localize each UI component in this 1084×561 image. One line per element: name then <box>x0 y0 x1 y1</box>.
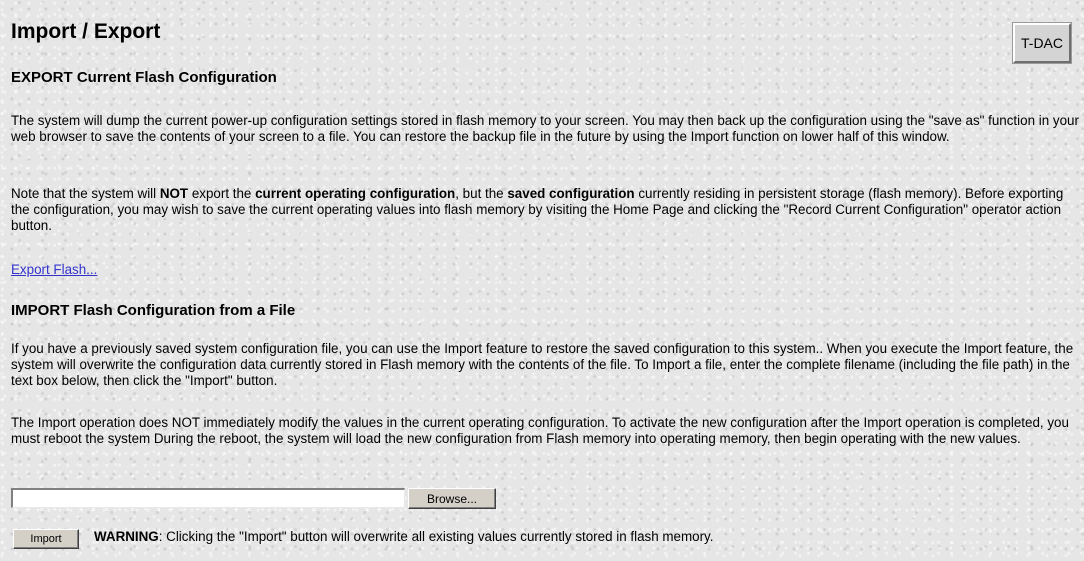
import-warning: WARNING: Clicking the "Import" button wi… <box>94 529 713 545</box>
export-note-text-2: export the <box>188 186 256 201</box>
warning-label: WARNING <box>94 529 159 544</box>
export-note-text-1: Note that the system will <box>11 186 160 201</box>
export-heading: EXPORT Current Flash Configuration <box>11 69 277 86</box>
browse-button[interactable]: Browse... <box>408 488 496 509</box>
export-note: Note that the system will NOT export the… <box>11 186 1083 234</box>
page-title: Import / Export <box>11 20 161 43</box>
warning-text: : Clicking the "Import" button will over… <box>158 529 714 544</box>
export-flash-link[interactable]: Export Flash... <box>11 262 97 278</box>
export-note-saved-config: saved configuration <box>507 186 635 201</box>
import-description: If you have a previously saved system co… <box>11 341 1074 388</box>
import-note: The Import operation does NOT immediatel… <box>11 415 1069 446</box>
tdac-badge: T-DAC <box>1013 23 1071 63</box>
file-path-input[interactable] <box>11 488 405 508</box>
export-note-text-3: , but the <box>455 186 508 201</box>
import-button[interactable]: Import <box>13 529 79 549</box>
export-description: The system will dump the current power-u… <box>11 113 1079 144</box>
export-note-current-config: current operating configuration <box>255 186 456 201</box>
import-heading: IMPORT Flash Configuration from a File <box>11 302 296 319</box>
export-note-not: NOT <box>159 186 189 201</box>
